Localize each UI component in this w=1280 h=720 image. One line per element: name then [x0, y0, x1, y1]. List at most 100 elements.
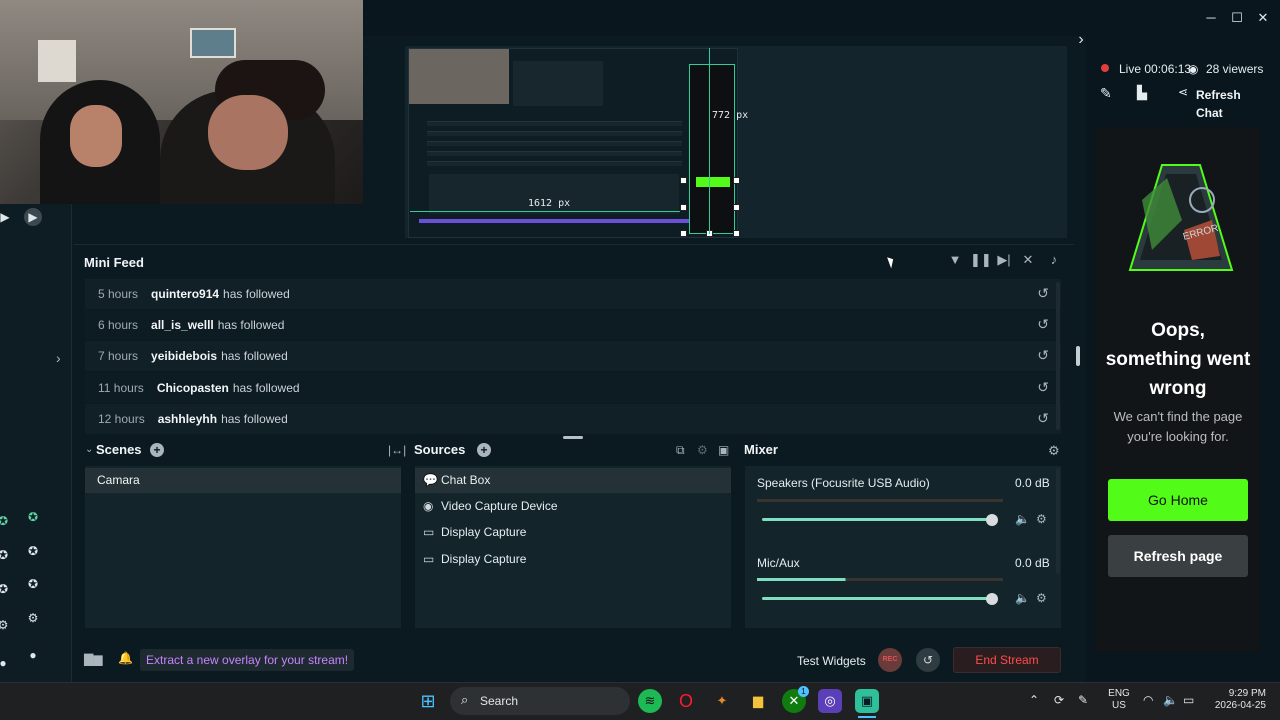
- settings-gear-icon[interactable]: ⚙: [24, 609, 42, 627]
- feed-item[interactable]: 6 hours all_is_welll has followed ↺: [85, 310, 1061, 340]
- feed-item-user[interactable]: all_is_welll: [151, 318, 214, 332]
- feed-item-user[interactable]: ashhleyhh: [158, 412, 217, 426]
- mixer-scrollbar[interactable]: [1056, 468, 1060, 574]
- resize-handle[interactable]: [733, 177, 740, 184]
- opera-icon[interactable]: O: [674, 689, 698, 713]
- language-indicator[interactable]: ENG US: [1104, 688, 1134, 712]
- profile-icon[interactable]: ●: [24, 646, 42, 664]
- taskbar-search[interactable]: Search: [450, 687, 630, 715]
- resize-handle[interactable]: [680, 177, 687, 184]
- notification-bell-icon[interactable]: 🔔: [118, 651, 133, 665]
- filter-icon[interactable]: ▼: [946, 252, 964, 267]
- battery-icon[interactable]: ▭: [1183, 693, 1194, 707]
- height-measurement: 772 px: [712, 110, 749, 121]
- record-button[interactable]: REC: [878, 648, 902, 672]
- replay-buffer-icon[interactable]: ↺: [916, 648, 940, 672]
- feed-item[interactable]: 11 hours Chicopasten has followed ↺: [85, 373, 1061, 403]
- feed-item-user[interactable]: Chicopasten: [157, 381, 229, 395]
- resize-handle[interactable]: [680, 204, 687, 211]
- pause-icon[interactable]: ❚❚: [970, 252, 992, 268]
- replay-alert-icon[interactable]: ↺: [1037, 316, 1049, 333]
- wifi-icon[interactable]: ◠: [1143, 693, 1153, 707]
- feed-resize-grip[interactable]: [563, 436, 583, 439]
- file-explorer-icon[interactable]: ▆: [746, 689, 770, 713]
- mic-settings-gear-icon[interactable]: ⚙: [1036, 591, 1047, 605]
- mute-mic-icon[interactable]: 🔈: [1015, 591, 1030, 605]
- feed-scroll-track[interactable]: [1056, 282, 1060, 430]
- add-group-icon[interactable]: ⧉: [676, 443, 685, 458]
- pen-icon[interactable]: ✎: [1078, 693, 1088, 707]
- volume-slider[interactable]: [762, 597, 992, 600]
- skip-icon[interactable]: ▶|: [995, 252, 1013, 268]
- end-stream-button[interactable]: End Stream: [953, 647, 1061, 673]
- webcam-icon: ◉: [423, 499, 434, 513]
- spotify-icon[interactable]: ≋: [638, 689, 662, 713]
- refresh-chat-button[interactable]: Refresh Chat: [1196, 86, 1248, 122]
- mute-speakers-icon[interactable]: 🔈: [1015, 512, 1030, 526]
- rail-edge-icon[interactable]: ●: [0, 654, 12, 672]
- share-icon[interactable]: ⋖: [1178, 85, 1188, 99]
- play-circle-icon[interactable]: ▶: [24, 208, 42, 226]
- speaker-icon[interactable]: 🔈: [1163, 693, 1178, 707]
- streamlabs-icon[interactable]: ▣: [855, 689, 879, 713]
- edit-pencil-icon[interactable]: ✎: [1100, 85, 1112, 102]
- app-icon[interactable]: ✦: [710, 689, 734, 713]
- feed-item[interactable]: 12 hours ashhleyhh has followed ↺: [85, 404, 1061, 434]
- volume-slider-knob[interactable]: [986, 514, 998, 526]
- rail-edge-icon[interactable]: ⚙: [0, 616, 12, 634]
- collapse-scenes-chevron-icon[interactable]: ⌄: [85, 444, 93, 455]
- replay-alert-icon[interactable]: ↺: [1037, 410, 1049, 427]
- add-scene-button[interactable]: +: [150, 443, 164, 457]
- rail-edge-icon[interactable]: ✪: [0, 546, 12, 564]
- close-button[interactable]: ✕: [1255, 10, 1271, 26]
- go-home-button[interactable]: Go Home: [1108, 479, 1248, 521]
- maximize-button[interactable]: ☐: [1229, 10, 1245, 26]
- speakers-settings-gear-icon[interactable]: ⚙: [1036, 512, 1047, 526]
- show-hidden-icons-chevron-icon[interactable]: ⌃: [1029, 693, 1039, 707]
- feed-item-user[interactable]: quintero914: [151, 287, 219, 301]
- feed-item[interactable]: 7 hours yeibidebois has followed ↺: [85, 341, 1061, 371]
- add-source-button[interactable]: +: [477, 443, 491, 457]
- clock[interactable]: 9:29 PM 2026-04-25: [1208, 688, 1266, 712]
- resize-handle[interactable]: [733, 204, 740, 211]
- feed-item-user[interactable]: yeibidebois: [151, 349, 217, 363]
- sync-icon[interactable]: ⟳: [1054, 693, 1064, 707]
- minimize-button[interactable]: ─: [1203, 10, 1219, 26]
- app-icon[interactable]: ◎: [818, 689, 842, 713]
- refresh-page-button[interactable]: Refresh page: [1108, 535, 1248, 577]
- feed-item[interactable]: 5 hours quintero914 has followed ↺: [85, 279, 1061, 309]
- volume-slider-knob[interactable]: [986, 593, 998, 605]
- nested-feed-row: [427, 151, 682, 156]
- source-properties-icon[interactable]: ⚙: [697, 443, 708, 457]
- source-item-chat-box[interactable]: 💬 Chat Box: [415, 468, 731, 493]
- resize-handle[interactable]: [733, 230, 740, 237]
- widgets-icon[interactable]: ✪: [24, 575, 42, 593]
- rail-edge-icon[interactable]: ✪: [0, 512, 12, 530]
- scene-transitions-icon[interactable]: |↔|: [388, 443, 406, 457]
- source-item-video-capture[interactable]: ◉ Video Capture Device: [415, 494, 731, 519]
- feed-scrollbar[interactable]: [1076, 346, 1080, 366]
- volume-slider[interactable]: [762, 518, 992, 521]
- overlay-promo-link[interactable]: Extract a new overlay for your stream!: [140, 649, 355, 671]
- apps-icon[interactable]: ✪: [24, 542, 42, 560]
- replay-alert-icon[interactable]: ↺: [1037, 347, 1049, 364]
- volume-icon[interactable]: ♪: [1045, 252, 1063, 267]
- mixer-settings-gear-icon[interactable]: ⚙: [1048, 443, 1060, 459]
- rail-edge-icon[interactable]: ✪: [0, 580, 12, 598]
- replay-alert-icon[interactable]: ↺: [1037, 285, 1049, 302]
- preview-capture-source[interactable]: [408, 48, 738, 238]
- themes-icon[interactable]: ✪: [24, 508, 42, 526]
- performance-stats-icon[interactable]: ▇▆: [84, 652, 102, 666]
- mute-alerts-icon[interactable]: ✕: [1019, 252, 1037, 268]
- replay-alert-icon[interactable]: ↺: [1037, 379, 1049, 396]
- source-item-display-capture[interactable]: ▭ Display Capture: [415, 520, 731, 545]
- resize-handle[interactable]: [680, 230, 687, 237]
- windows-start-icon[interactable]: ⊞: [416, 689, 440, 713]
- scene-item[interactable]: Camara: [85, 468, 401, 493]
- expand-chevron-icon[interactable]: ›: [56, 350, 61, 366]
- add-folder-icon[interactable]: ▣: [718, 443, 729, 457]
- play-icon[interactable]: ▶: [0, 208, 14, 226]
- popout-chat-icon[interactable]: ▙: [1137, 85, 1147, 101]
- test-widgets-button[interactable]: Test Widgets: [797, 654, 866, 668]
- source-item-display-capture[interactable]: ▭ Display Capture: [415, 547, 731, 572]
